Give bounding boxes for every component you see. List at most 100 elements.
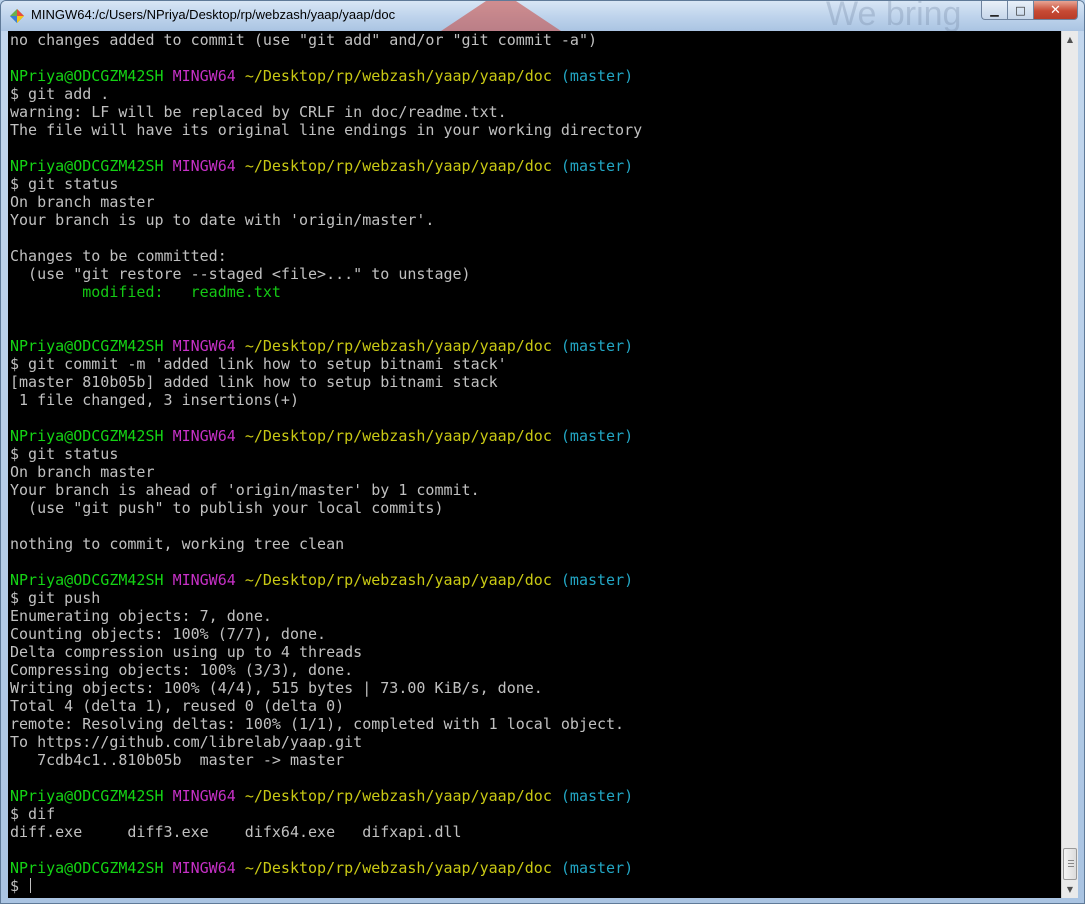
terminal-text-default: (use "git restore --staged <file>..." to… <box>10 265 471 283</box>
terminal-text-host: MINGW64 <box>172 427 245 445</box>
text-cursor <box>30 878 32 893</box>
terminal-line: To https://github.com/librelab/yaap.git <box>10 733 1061 751</box>
terminal-line: Writing objects: 100% (4/4), 515 bytes |… <box>10 679 1061 697</box>
watermark-text: We bring <box>826 1 962 31</box>
terminal-text-path: ~/Desktop/rp/webzash/yaap/yaap/doc <box>244 67 561 85</box>
maximize-icon: □ <box>1015 3 1026 17</box>
terminal-line: $ dif <box>10 805 1061 823</box>
terminal-text-user: NPriya@ODCGZM42SH <box>10 571 173 589</box>
scroll-up-button[interactable]: ▲ <box>1062 31 1078 48</box>
terminal-text-branch: (master) <box>560 427 634 445</box>
terminal-line: (use "git push" to publish your local co… <box>10 499 1061 517</box>
terminal-text-host: MINGW64 <box>172 157 245 175</box>
terminal-text-path: ~/Desktop/rp/webzash/yaap/yaap/doc <box>244 337 561 355</box>
terminal-text-default: Total 4 (delta 1), reused 0 (delta 0) <box>10 697 345 715</box>
terminal-line: $ git commit -m 'added link how to setup… <box>10 355 1061 373</box>
terminal-text-host: MINGW64 <box>172 337 245 355</box>
terminal-line: modified: readme.txt <box>10 283 1061 301</box>
watermark-shape-icon <box>441 1 561 31</box>
terminal-text-default: remote: Resolving deltas: 100% (1/1), co… <box>10 715 625 733</box>
terminal-line: nothing to commit, working tree clean <box>10 535 1061 553</box>
window-title: MINGW64:/c/Users/NPriya/Desktop/rp/webza… <box>31 7 396 22</box>
terminal-line: [master 810b05b] added link how to setup… <box>10 373 1061 391</box>
window-controls: ▁ □ ✕ <box>981 1 1078 21</box>
terminal-text-branch: (master) <box>560 787 634 805</box>
title-bar[interactable]: We bring MINGW64:/c/Users/NPriya/Desktop… <box>1 1 1084 31</box>
terminal-text-default: Changes to be committed: <box>10 247 227 265</box>
terminal-text-default: Your branch is up to date with 'origin/m… <box>10 211 435 229</box>
terminal-lines: no changes added to commit (use "git add… <box>8 31 1061 895</box>
terminal-text-default: $ git commit -m 'added link how to setup… <box>10 355 507 373</box>
scroll-down-button[interactable]: ▼ <box>1062 881 1078 898</box>
terminal-text-user: NPriya@ODCGZM42SH <box>10 859 173 877</box>
terminal-text-default: warning: LF will be replaced by CRLF in … <box>10 103 507 121</box>
minimize-button[interactable]: ▁ <box>981 1 1007 20</box>
terminal-output[interactable]: no changes added to commit (use "git add… <box>8 31 1061 898</box>
terminal-line: On branch master <box>10 193 1061 211</box>
terminal-line: NPriya@ODCGZM42SH MINGW64 ~/Desktop/rp/w… <box>10 337 1061 355</box>
terminal-text-branch: (master) <box>560 859 634 877</box>
scroll-down-arrow-icon: ▼ <box>1066 885 1074 894</box>
terminal-text-user: NPriya@ODCGZM42SH <box>10 787 173 805</box>
terminal-line: Counting objects: 100% (7/7), done. <box>10 625 1061 643</box>
scroll-up-arrow-icon: ▲ <box>1066 35 1074 44</box>
terminal-text-path: ~/Desktop/rp/webzash/yaap/yaap/doc <box>244 859 561 877</box>
terminal-text-default: To https://github.com/librelab/yaap.git <box>10 733 363 751</box>
thumb-grip-line <box>1068 863 1074 864</box>
terminal-line: diff.exe diff3.exe difx64.exe difxapi.dl… <box>10 823 1061 841</box>
terminal-text-default: Your branch is ahead of 'origin/master' … <box>10 481 480 499</box>
terminal-line: Changes to be committed: <box>10 247 1061 265</box>
terminal-text-default: nothing to commit, working tree clean <box>10 535 345 553</box>
terminal-text-user: NPriya@ODCGZM42SH <box>10 337 173 355</box>
terminal-line: The file will have its original line end… <box>10 121 1061 139</box>
terminal-text-path: ~/Desktop/rp/webzash/yaap/yaap/doc <box>244 157 561 175</box>
terminal-text-default: (use "git push" to publish your local co… <box>10 499 444 517</box>
terminal-window: We bring MINGW64:/c/Users/NPriya/Desktop… <box>0 0 1085 904</box>
terminal-text-user: NPriya@ODCGZM42SH <box>10 427 173 445</box>
terminal-text-host: MINGW64 <box>172 787 245 805</box>
terminal-text-user: NPriya@ODCGZM42SH <box>10 157 173 175</box>
terminal-line: $ git status <box>10 175 1061 193</box>
terminal-text-default: 1 file changed, 3 insertions(+) <box>10 391 299 409</box>
terminal-input-line[interactable]: $ <box>10 877 1061 895</box>
terminal-line: Compressing objects: 100% (3/3), done. <box>10 661 1061 679</box>
terminal-text-host: MINGW64 <box>172 859 245 877</box>
terminal-text-user: NPriya@ODCGZM42SH <box>10 67 173 85</box>
mingw-app-icon[interactable] <box>9 8 25 24</box>
close-button[interactable]: ✕ <box>1033 1 1078 20</box>
terminal-line: 1 file changed, 3 insertions(+) <box>10 391 1061 409</box>
terminal-text-default: $ git status <box>10 445 119 463</box>
terminal-line: warning: LF will be replaced by CRLF in … <box>10 103 1061 121</box>
maximize-button[interactable]: □ <box>1007 1 1033 20</box>
terminal-text-default: diff.exe diff3.exe difx64.exe difxapi.dl… <box>10 823 462 841</box>
terminal-line: NPriya@ODCGZM42SH MINGW64 ~/Desktop/rp/w… <box>10 859 1061 877</box>
terminal-line: Your branch is up to date with 'origin/m… <box>10 211 1061 229</box>
vertical-scrollbar[interactable]: ▲ ▼ <box>1061 31 1078 898</box>
terminal-line: (use "git restore --staged <file>..." to… <box>10 265 1061 283</box>
terminal-text-default: [master 810b05b] added link how to setup… <box>10 373 498 391</box>
terminal-text-default: 7cdb4c1..810b05b master -> master <box>10 751 345 769</box>
terminal-text-branch: (master) <box>560 67 634 85</box>
terminal-line: NPriya@ODCGZM42SH MINGW64 ~/Desktop/rp/w… <box>10 157 1061 175</box>
terminal-text-default: On branch master <box>10 463 155 481</box>
terminal-line: $ git status <box>10 445 1061 463</box>
terminal-line: 7cdb4c1..810b05b master -> master <box>10 751 1061 769</box>
terminal-text-default: $ git add . <box>10 85 110 103</box>
terminal-text-default: $ git push <box>10 589 101 607</box>
terminal-line: On branch master <box>10 463 1061 481</box>
title-watermark: We bring <box>431 1 991 31</box>
terminal-line: remote: Resolving deltas: 100% (1/1), co… <box>10 715 1061 733</box>
terminal-text-green: modified: readme.txt <box>10 283 281 301</box>
terminal-text-default: Enumerating objects: 7, done. <box>10 607 272 625</box>
terminal-text-branch: (master) <box>560 157 634 175</box>
terminal-text-host: MINGW64 <box>172 67 245 85</box>
scrollbar-thumb[interactable] <box>1063 848 1077 880</box>
terminal-text-default: Compressing objects: 100% (3/3), done. <box>10 661 354 679</box>
